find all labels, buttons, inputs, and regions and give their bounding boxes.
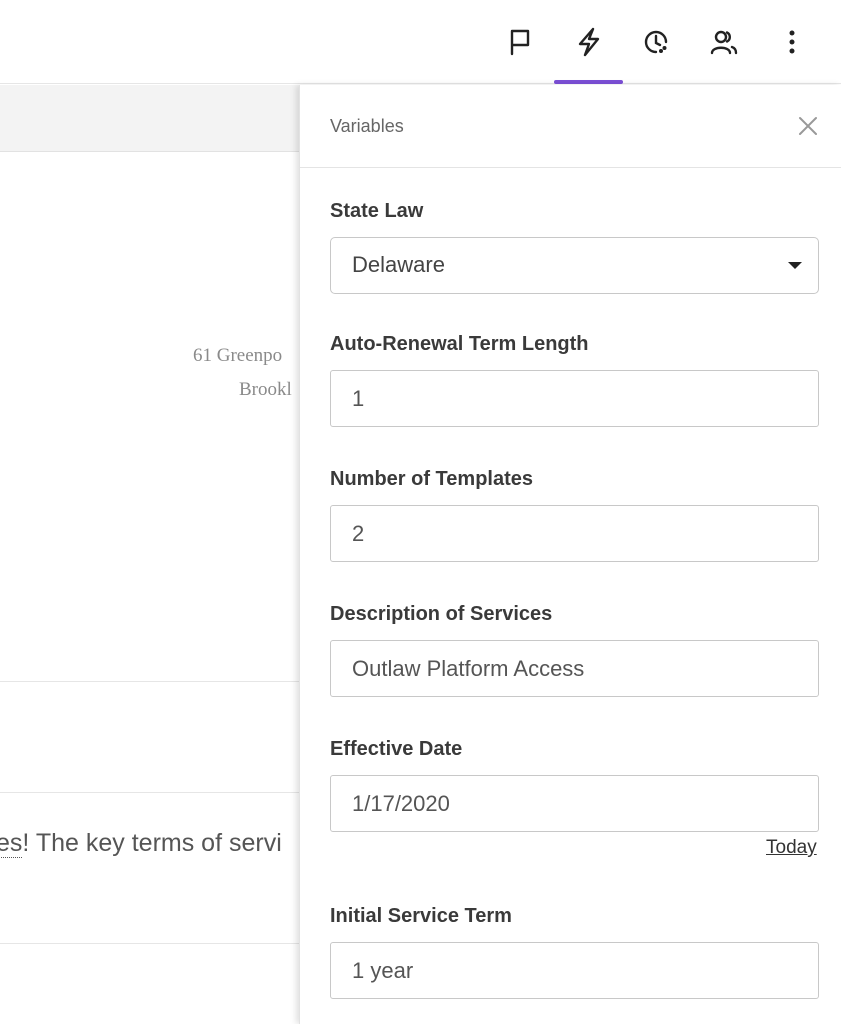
flag-icon[interactable] (500, 22, 540, 62)
document-canvas: 61 Greenpo Brookl es! The key terms of s… (0, 85, 300, 1024)
address-line-2: Brookl (239, 379, 292, 400)
history-icon[interactable] (636, 22, 676, 62)
auto-renewal-input[interactable] (330, 370, 819, 427)
active-tab-indicator (554, 80, 623, 84)
effective-date-input[interactable] (330, 775, 819, 832)
more-icon[interactable] (772, 22, 812, 62)
initial-term-label: Initial Service Term (330, 905, 512, 927)
panel-header: Variables (300, 85, 841, 168)
divider (0, 792, 300, 793)
state-law-select[interactable]: Delaware (330, 237, 819, 294)
today-link[interactable]: Today (766, 837, 817, 859)
divider (0, 681, 300, 682)
caret-down-icon (788, 262, 802, 269)
top-toolbar (0, 0, 841, 84)
document-header (0, 85, 300, 152)
users-icon[interactable] (704, 22, 744, 62)
templates-input[interactable] (330, 505, 819, 562)
initial-term-input[interactable] (330, 942, 819, 999)
lightning-icon[interactable] (569, 22, 609, 62)
auto-renewal-label: Auto-Renewal Term Length (330, 333, 589, 355)
templates-label: Number of Templates (330, 468, 533, 490)
description-label: Description of Services (330, 603, 553, 625)
panel-title: Variables (330, 116, 404, 136)
body-text: ! The key terms of servi (22, 829, 282, 857)
document-body-text: es! The key terms of servi (0, 829, 282, 858)
address-line-1: 61 Greenpo (193, 345, 283, 366)
variable-link[interactable]: es (0, 829, 23, 858)
divider (0, 943, 300, 944)
description-input[interactable] (330, 640, 819, 697)
state-law-value: Delaware (352, 252, 445, 277)
effective-date-label: Effective Date (330, 738, 463, 760)
variables-panel: Variables State Law Delaware Auto-Renewa… (299, 85, 841, 1024)
state-law-label: State Law (330, 200, 424, 222)
close-icon[interactable] (795, 113, 821, 139)
